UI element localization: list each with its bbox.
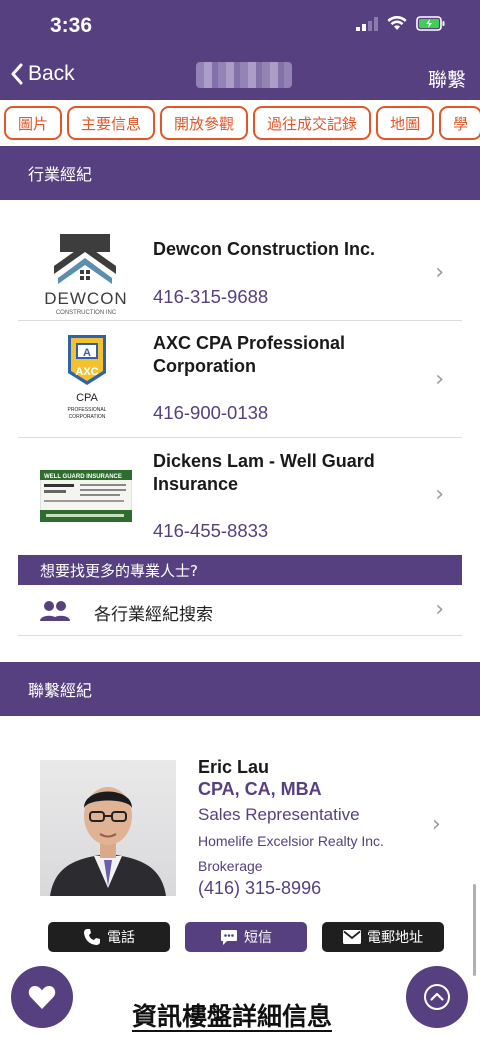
professional-phone[interactable]: 416-900-0138 xyxy=(153,402,268,424)
professional-row-axc[interactable]: A AXC CPA PROFESSIONAL CORPORATION AXC C… xyxy=(18,321,462,438)
scroll-top-button[interactable] xyxy=(406,966,468,1028)
chevron-right-icon: › xyxy=(435,260,444,285)
sms-label: 短信 xyxy=(244,930,272,946)
agent-name: Eric Lau xyxy=(198,757,270,777)
industry-section-header: 行業經紀 xyxy=(0,146,480,200)
agent-phone[interactable]: (416) 315-8996 xyxy=(198,878,321,899)
chat-icon xyxy=(221,929,237,945)
axc-logo-text: AXC xyxy=(75,366,98,378)
dewcon-logo-text: DEWCON xyxy=(44,289,127,308)
agent-photo xyxy=(40,760,176,896)
agent-role: Sales Representative xyxy=(198,805,360,824)
more-prompt: 想要找更多的專業人士? xyxy=(40,561,198,580)
people-icon xyxy=(40,601,70,621)
email-button[interactable]: 電郵地址 xyxy=(322,922,444,952)
favorite-button[interactable] xyxy=(11,966,73,1028)
dewcon-logo-sub: CONSTRUCTION INC xyxy=(56,310,117,316)
battery-icon xyxy=(416,16,445,31)
axc-logo-sub: CPA xyxy=(76,392,98,404)
wifi-icon xyxy=(387,16,407,30)
professional-name: AXC CPA Professional Corporation xyxy=(153,333,346,376)
tabs: 圖片 主要信息 開放參觀 過往成交記錄 地圖 學 xyxy=(4,106,480,140)
email-label: 電郵地址 xyxy=(367,930,423,946)
industry-section-title: 行業經紀 xyxy=(28,165,93,184)
chevron-right-icon: › xyxy=(432,812,441,837)
back-label: Back xyxy=(28,62,75,85)
wellguard-logo-text: WELL GUARD INSURANCE xyxy=(44,474,122,480)
agent-company: Homelife Excelsior Realty Inc. xyxy=(198,833,384,849)
professional-name: Dickens Lam - Well Guard Insurance xyxy=(153,451,375,494)
axc-logo-sub2: PROFESSIONAL xyxy=(68,407,107,413)
axc-logo: A AXC CPA PROFESSIONAL CORPORATION xyxy=(62,331,112,427)
chevron-right-icon: › xyxy=(435,597,444,622)
dewcon-logo: DEWCON CONSTRUCTION INC xyxy=(36,232,136,316)
chevron-left-icon xyxy=(11,63,23,85)
professional-search-row[interactable]: 各行業經紀搜索 › xyxy=(18,586,462,636)
signal-icon xyxy=(356,16,378,31)
search-label: 各行業經紀搜索 xyxy=(94,605,213,625)
agent-company-line2: Brokerage xyxy=(198,858,263,874)
professional-row-dewcon[interactable]: DEWCON CONSTRUCTION INC Dewcon Construct… xyxy=(18,222,462,321)
tab-open-house[interactable]: 開放參觀 xyxy=(160,106,249,140)
bottom-section-title: 資訊樓盤詳細信息 xyxy=(132,1002,333,1031)
contact-button[interactable]: 聯繫 xyxy=(428,65,466,92)
wellguard-logo: WELL GUARD INSURANCE xyxy=(39,469,133,523)
tab-schools[interactable]: 學 xyxy=(439,106,480,140)
chevron-up-circle-icon xyxy=(424,984,450,1010)
contact-section-header: 聯繫經紀 xyxy=(0,662,480,716)
chevron-right-icon: › xyxy=(435,482,444,507)
chevron-right-icon: › xyxy=(435,367,444,392)
tab-sold-history[interactable]: 過往成交記錄 xyxy=(253,106,372,140)
tab-map[interactable]: 地圖 xyxy=(376,106,435,140)
agent-credentials: CPA, CA, MBA xyxy=(198,779,322,799)
back-button[interactable]: Back xyxy=(10,62,75,86)
professional-phone[interactable]: 416-455-8833 xyxy=(153,520,268,542)
axc-logo-sub3: CORPORATION xyxy=(69,414,106,420)
professional-name: Dewcon Construction Inc. xyxy=(153,239,376,259)
heart-icon xyxy=(28,986,56,1009)
phone-icon xyxy=(84,929,100,945)
tab-bar: 圖片 主要信息 開放參觀 過往成交記錄 地圖 學 xyxy=(0,100,480,146)
sms-button[interactable]: 短信 xyxy=(185,922,307,952)
professional-row-wellguard[interactable]: WELL GUARD INSURANCE Dickens Lam - Well … xyxy=(18,438,462,553)
envelope-icon xyxy=(343,930,361,944)
tab-main-info[interactable]: 主要信息 xyxy=(67,106,156,140)
call-button[interactable]: 電話 xyxy=(48,922,170,952)
svg-text:A: A xyxy=(83,347,91,359)
page-title-redacted xyxy=(196,62,292,88)
contact-section-title: 聯繫經紀 xyxy=(28,681,93,700)
professional-phone[interactable]: 416-315-9688 xyxy=(153,286,268,308)
call-label: 電話 xyxy=(107,930,135,946)
tab-photos[interactable]: 圖片 xyxy=(4,106,63,140)
more-professionals-banner: 想要找更多的專業人士? xyxy=(18,555,462,585)
scrollbar[interactable] xyxy=(473,884,476,976)
status-time: 3:36 xyxy=(50,14,93,37)
status-icons xyxy=(356,16,446,31)
